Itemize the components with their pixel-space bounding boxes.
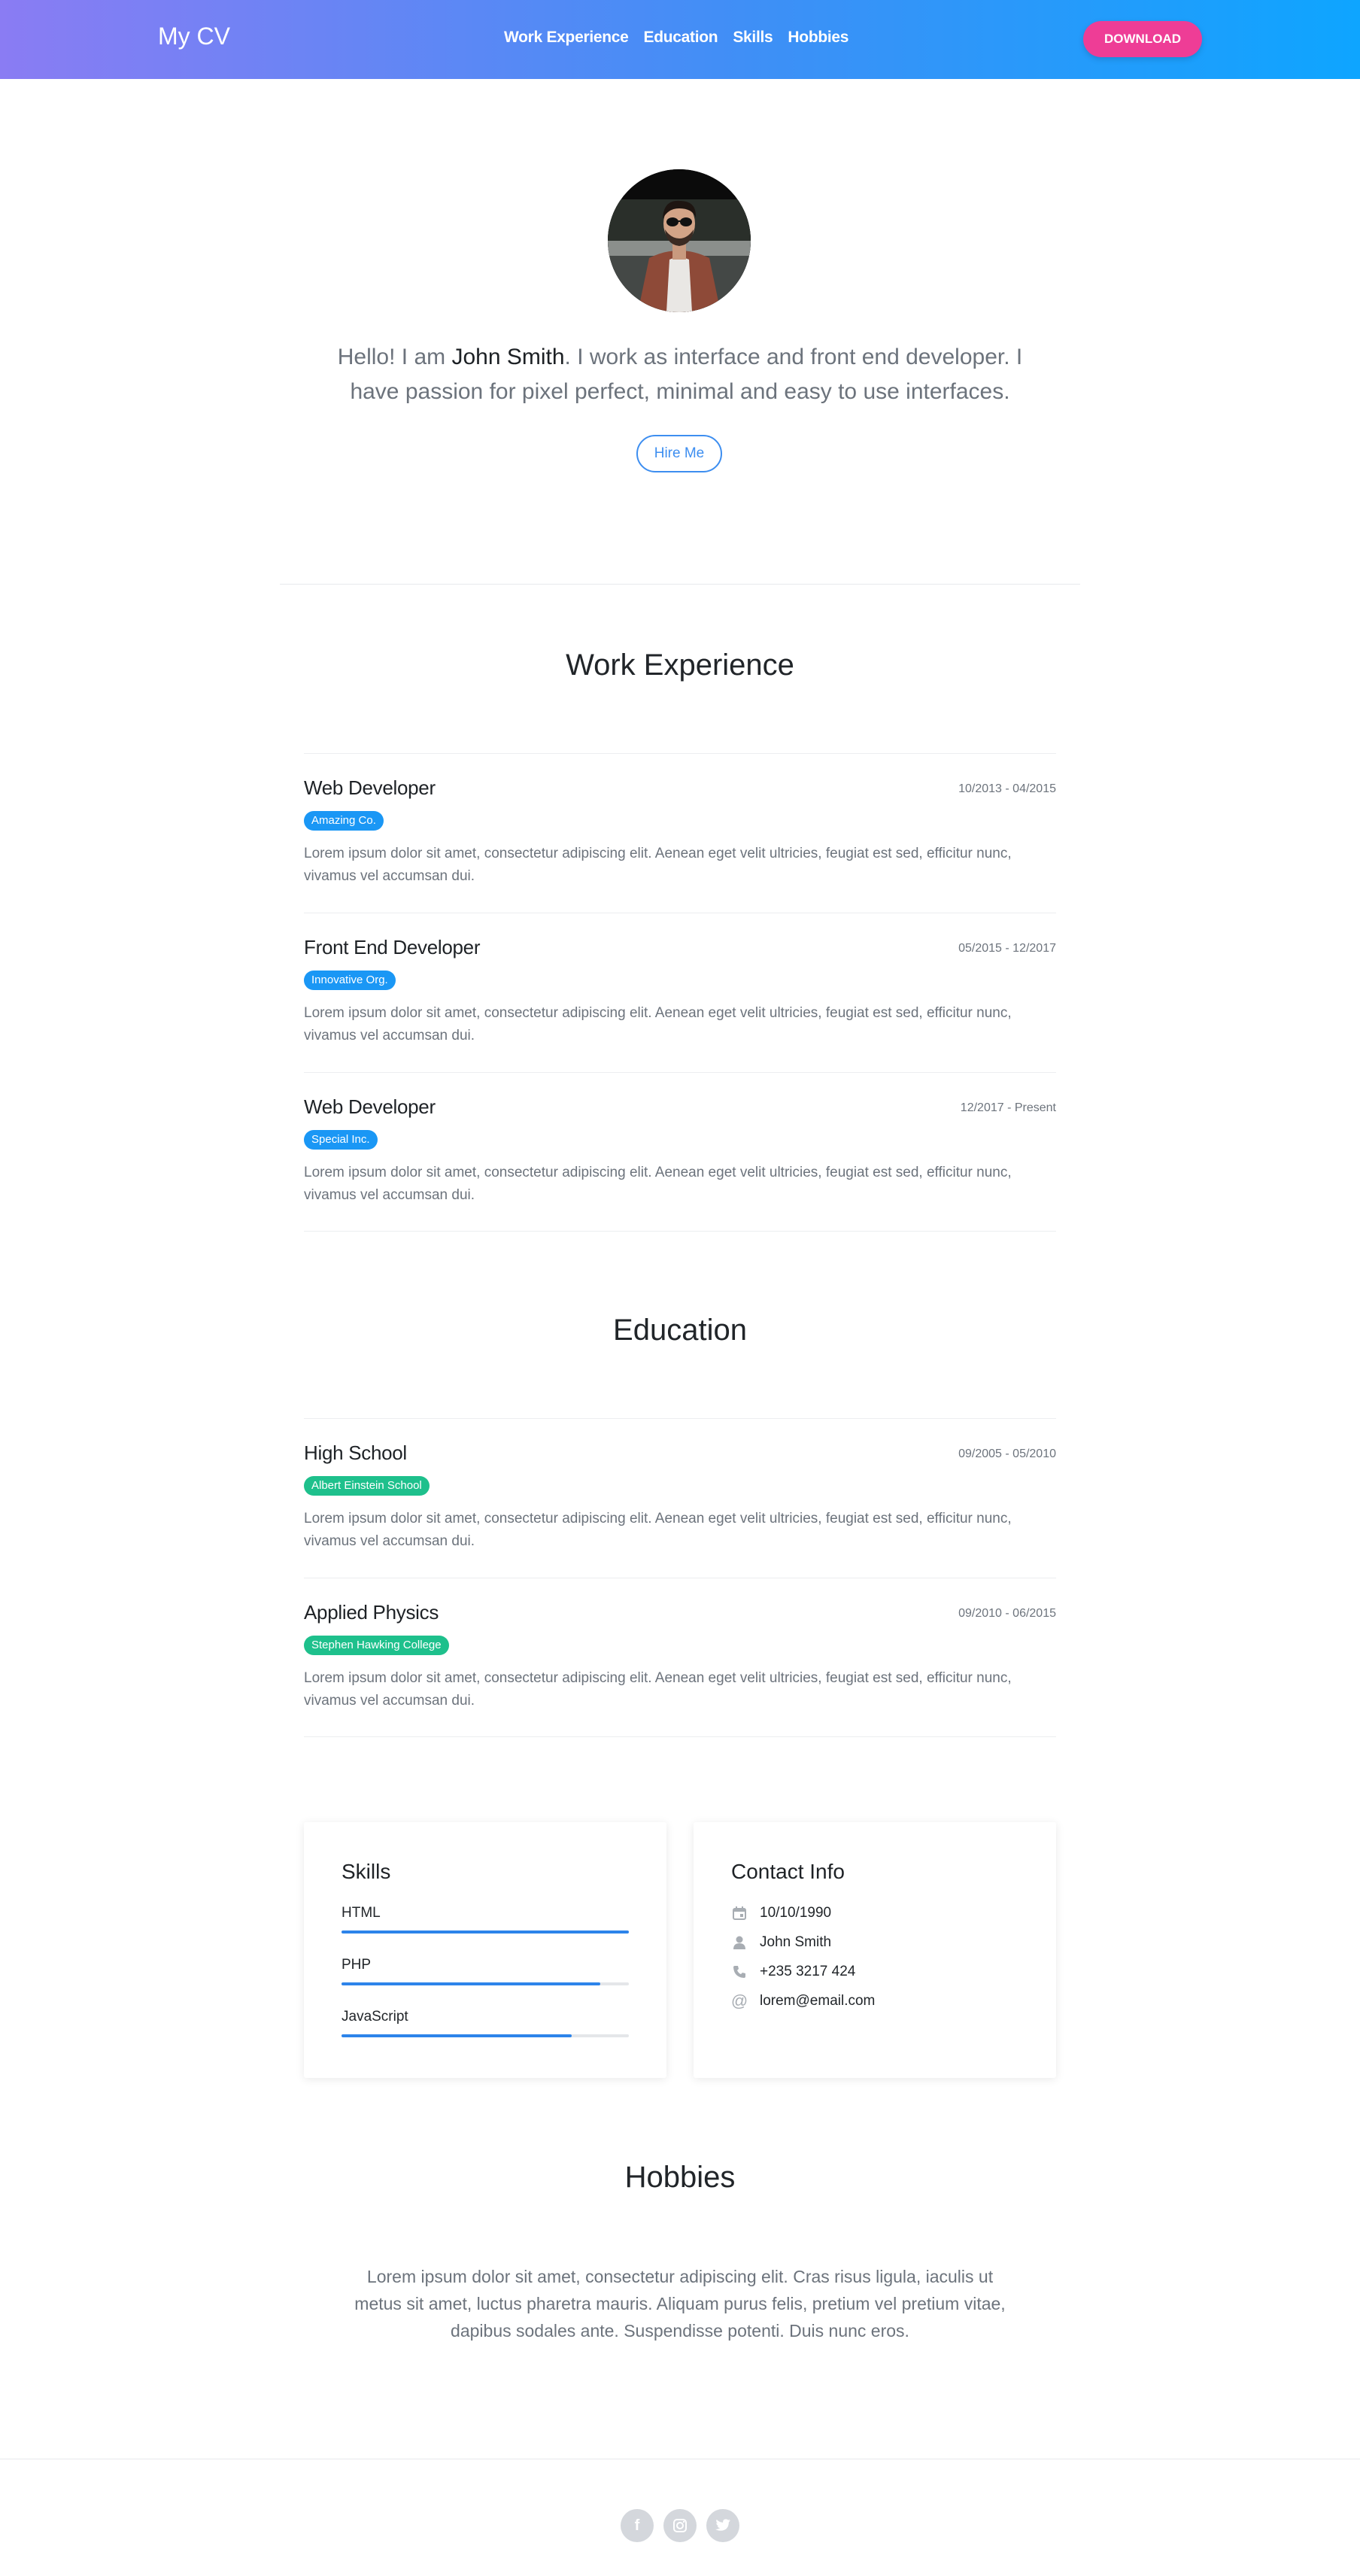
work-entry: Web Developer 12/2017 - Present Special … — [304, 1072, 1056, 1232]
nav-link-work-experience[interactable]: Work Experience — [504, 29, 629, 47]
hobbies-title: Hobbies — [624, 2161, 736, 2194]
entry-date: 10/2013 - 04/2015 — [958, 782, 1056, 795]
skill-name: PHP — [342, 1957, 372, 1973]
download-button[interactable]: DOWNLOAD — [1083, 21, 1202, 57]
work-entry: Front End Developer 05/2015 - 12/2017 In… — [304, 913, 1056, 1072]
skill-progress-fill — [342, 1930, 629, 1934]
phone-icon — [731, 1964, 748, 1980]
intro-text: Hello! I am John Smith. I work as interf… — [316, 340, 1044, 409]
entry-role: Web Developer — [304, 776, 436, 799]
nav-link-education[interactable]: Education — [644, 29, 718, 47]
school-badge: Albert Einstein School — [304, 1476, 430, 1496]
skill-progress-track — [342, 1982, 629, 1985]
entry-description: Lorem ipsum dolor sit amet, consectetur … — [304, 1511, 1012, 1549]
facebook-icon[interactable]: f — [621, 2509, 654, 2542]
contact-birthday-value: 10/10/1990 — [760, 1905, 832, 1921]
education-entry: High School 09/2005 - 05/2010 Albert Ein… — [304, 1418, 1056, 1578]
company-badge: Innovative Org. — [304, 971, 396, 990]
entry-date: 12/2017 - Present — [960, 1101, 1056, 1114]
entry-role: Web Developer — [304, 1095, 436, 1118]
skill-name: HTML — [342, 1905, 381, 1921]
skill-progress-fill — [342, 2034, 572, 2037]
divider — [304, 1736, 1056, 1737]
hobbies-text: Lorem ipsum dolor sit amet, consectetur … — [354, 2267, 1006, 2341]
skills-title: Skills — [342, 1860, 391, 1883]
divider — [280, 584, 1080, 585]
skill-item: HTML — [342, 1905, 629, 1934]
contact-phone: +235 3217 424 — [731, 1964, 855, 1980]
company-badge: Amazing Co. — [304, 811, 384, 831]
entry-date: 09/2010 - 06/2015 — [958, 1607, 1056, 1620]
entry-date: 09/2005 - 05/2010 — [958, 1447, 1056, 1460]
contact-name: John Smith — [731, 1934, 831, 1951]
nav-link-hobbies[interactable]: Hobbies — [788, 29, 848, 47]
education-title: Education — [613, 1314, 747, 1347]
skill-name: JavaScript — [342, 2009, 408, 2025]
entry-description: Lorem ipsum dolor sit amet, consectetur … — [304, 1005, 1012, 1043]
company-badge: Special Inc. — [304, 1130, 378, 1150]
divider — [304, 1231, 1056, 1232]
work-entry: Web Developer 10/2013 - 04/2015 Amazing … — [304, 753, 1056, 913]
contact-title: Contact Info — [731, 1860, 845, 1883]
at-sign-icon: @ — [730, 1991, 748, 2010]
nav-links: Work Experience Education Skills Hobbies — [504, 29, 848, 47]
avatar — [608, 169, 751, 312]
skill-item: JavaScript — [342, 2009, 629, 2037]
contact-email: @ lorem@email.com — [730, 1991, 876, 2010]
work-experience-title: Work Experience — [566, 649, 794, 682]
contact-phone-value: +235 3217 424 — [760, 1964, 856, 1979]
entry-degree: High School — [304, 1441, 407, 1464]
calendar-icon — [731, 1905, 748, 1921]
facebook-glyph: f — [634, 2517, 640, 2534]
hire-me-button[interactable]: Hire Me — [636, 435, 722, 472]
contact-card: Contact Info 10/10/1990 John Smith +235 … — [694, 1822, 1056, 2078]
avatar-photo — [608, 169, 751, 312]
entry-role: Front End Developer — [304, 936, 481, 958]
twitter-icon[interactable] — [706, 2509, 739, 2542]
skills-card: Skills HTML PHP JavaScript — [304, 1822, 666, 2078]
intro-name: John Smith — [451, 345, 565, 369]
entry-degree: Applied Physics — [304, 1601, 439, 1624]
intro-prefix: Hello! I am — [337, 345, 452, 369]
navbar: My CV Work Experience Education Skills H… — [0, 0, 1360, 79]
skill-item: PHP — [342, 1957, 629, 1985]
brand-logo[interactable]: My CV — [158, 23, 230, 50]
entry-date: 05/2015 - 12/2017 — [958, 942, 1056, 955]
entry-description: Lorem ipsum dolor sit amet, consectetur … — [304, 1670, 1012, 1709]
nav-link-skills[interactable]: Skills — [733, 29, 773, 47]
skill-progress-track — [342, 1930, 629, 1934]
contact-name-value: John Smith — [760, 1934, 832, 1950]
skill-progress-fill — [342, 1982, 600, 1985]
entry-description: Lorem ipsum dolor sit amet, consectetur … — [304, 846, 1012, 884]
contact-email-value[interactable]: lorem@email.com — [760, 1993, 875, 2009]
user-icon — [731, 1934, 748, 1951]
school-badge: Stephen Hawking College — [304, 1636, 449, 1655]
contact-birthday: 10/10/1990 — [731, 1905, 831, 1921]
instagram-icon[interactable] — [663, 2509, 697, 2542]
entry-description: Lorem ipsum dolor sit amet, consectetur … — [304, 1165, 1012, 1203]
skill-progress-track — [342, 2034, 629, 2037]
education-entry: Applied Physics 09/2010 - 06/2015 Stephe… — [304, 1578, 1056, 1737]
